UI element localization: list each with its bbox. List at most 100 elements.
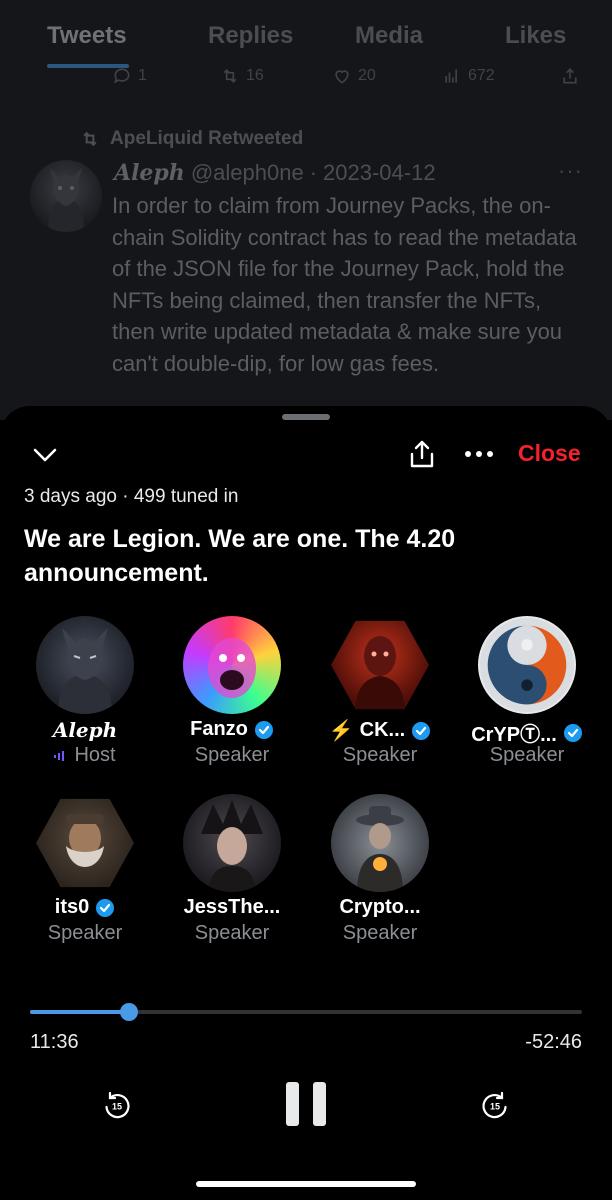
- skip-forward-label: 15: [490, 1102, 500, 1112]
- skip-back-15-icon[interactable]: 15: [102, 1090, 132, 1120]
- view-count: 672: [468, 67, 495, 84]
- participant-crypto-2[interactable]: Crypto... Speaker: [310, 794, 450, 954]
- sheet-drag-handle[interactable]: [282, 414, 330, 420]
- avatar-image: [208, 638, 256, 698]
- participant-name-text: Aleph: [52, 718, 118, 742]
- tab-likes[interactable]: Likes: [505, 22, 566, 50]
- chevron-down-icon[interactable]: [30, 440, 60, 470]
- participant-role-text: Host: [74, 744, 116, 766]
- avatar-image: [48, 168, 84, 232]
- participant-name: Aleph: [15, 718, 155, 742]
- retweet-button[interactable]: 16: [220, 66, 264, 86]
- views-button[interactable]: 672: [442, 66, 495, 86]
- participant-name-text: CK...: [359, 719, 406, 741]
- tweet-author-name[interactable]: Aleph: [114, 160, 185, 186]
- verified-badge-icon: [96, 898, 115, 917]
- participant-avatar: [331, 794, 429, 892]
- participant-role: Speaker: [457, 744, 597, 767]
- participant-role: Speaker: [310, 922, 450, 945]
- participant-role: Speaker: [162, 744, 302, 767]
- playback-scrubber[interactable]: [30, 1003, 582, 1021]
- tweet-date-separator: ·: [309, 160, 318, 185]
- tweet-author-handle[interactable]: @aleph0ne: [191, 160, 304, 186]
- tweet-date[interactable]: 2023-04-12: [323, 160, 436, 186]
- heart-icon: [335, 70, 349, 84]
- avatar-image: [355, 636, 405, 710]
- retweet-count: 16: [246, 67, 264, 84]
- remaining-time: -52:46: [525, 1031, 582, 1053]
- participant-name: its0: [15, 896, 155, 919]
- tab-tweets[interactable]: Tweets: [47, 22, 127, 50]
- participant-avatar: [36, 798, 134, 888]
- verified-badge-icon: [254, 720, 273, 739]
- tab-media[interactable]: Media: [355, 22, 423, 50]
- participant-name-text: its0: [54, 896, 90, 918]
- avatar-image: [487, 625, 567, 705]
- pause-icon[interactable]: [284, 1080, 328, 1128]
- more-options-icon[interactable]: [464, 449, 494, 459]
- verified-badge-icon: [563, 723, 582, 742]
- space-meta: 3 days ago · 499 tuned in: [24, 486, 239, 507]
- reply-button[interactable]: 1: [112, 66, 147, 86]
- like-count: 20: [358, 67, 376, 84]
- participant-crypto-1[interactable]: CrYPⓉ... Speaker: [457, 616, 597, 776]
- participant-its0[interactable]: its0 Speaker: [15, 794, 155, 954]
- participant-avatar: [36, 616, 134, 714]
- participant-name-text: JessThe...: [183, 896, 281, 918]
- participant-jessthe[interactable]: JessThe... Speaker: [162, 794, 302, 954]
- avatar-image: [58, 628, 112, 714]
- playback-progress-fill: [30, 1010, 130, 1014]
- participant-role: Speaker: [310, 744, 450, 767]
- participant-name-text: CrYPⓉ...: [471, 724, 557, 746]
- avatar-image: [66, 814, 104, 867]
- home-indicator[interactable]: [196, 1181, 416, 1187]
- elapsed-time: 11:36: [30, 1031, 79, 1053]
- audio-bars-icon: [54, 750, 65, 761]
- participant-role: Host: [15, 744, 155, 767]
- retweeted-by-label: ApeLiquid Retweeted: [80, 128, 303, 150]
- retweeted-by-text: ApeLiquid Retweeted: [110, 128, 304, 149]
- participant-name: CrYPⓉ...: [457, 718, 597, 747]
- avatar-image: [356, 806, 404, 892]
- views-icon: [445, 69, 457, 83]
- participant-fanzo[interactable]: Fanzo Speaker: [162, 616, 302, 776]
- participant-avatar: [183, 616, 281, 714]
- participant-role: Speaker: [162, 922, 302, 945]
- participant-name-text: Crypto...: [339, 896, 421, 918]
- participant-role-text: Speaker: [47, 922, 123, 944]
- participant-role-text: Speaker: [194, 744, 270, 766]
- tweet-more-button[interactable]: ···: [558, 158, 583, 184]
- avatar-image: [201, 800, 263, 892]
- participant-avatar: [478, 616, 576, 714]
- tweet-author-avatar[interactable]: [30, 160, 102, 232]
- participant-name: Fanzo: [162, 718, 302, 741]
- participant-name: ⚡ CK...: [310, 718, 450, 743]
- tweet-header: Aleph @aleph0ne · 2023-04-12: [114, 160, 436, 186]
- profile-tabs: Tweets Replies Media Likes: [0, 0, 612, 70]
- participant-role-text: Speaker: [194, 922, 270, 944]
- participant-ck[interactable]: ⚡ CK... Speaker: [310, 616, 450, 776]
- tab-replies[interactable]: Replies: [208, 22, 293, 50]
- share-icon[interactable]: [406, 438, 438, 470]
- participant-role-text: Speaker: [342, 744, 418, 766]
- participant-role-text: Speaker: [489, 744, 565, 766]
- retweet-icon: [83, 131, 97, 147]
- tweet-text: In order to claim from Journey Packs, th…: [112, 193, 577, 376]
- participant-aleph[interactable]: Aleph Host: [15, 616, 155, 776]
- participant-avatar: [183, 794, 281, 892]
- participant-name-text: Fanzo: [190, 718, 248, 740]
- share-tweet-button[interactable]: [560, 66, 580, 86]
- participant-avatar: [331, 620, 429, 710]
- share-icon: [563, 68, 577, 84]
- reply-icon: [114, 68, 130, 84]
- participant-name: Crypto...: [310, 896, 450, 919]
- skip-forward-15-icon[interactable]: 15: [480, 1090, 510, 1120]
- verified-badge-icon: [412, 721, 431, 740]
- skip-back-label: 15: [112, 1102, 122, 1112]
- tweet-action-bar: 1 16 20 672: [0, 66, 612, 90]
- space-title: We are Legion. We are one. The 4.20 anno…: [24, 525, 456, 587]
- close-button[interactable]: Close: [518, 440, 581, 467]
- like-button[interactable]: 20: [332, 66, 376, 86]
- lightning-icon: ⚡: [328, 720, 354, 742]
- participant-role-text: Speaker: [342, 922, 418, 944]
